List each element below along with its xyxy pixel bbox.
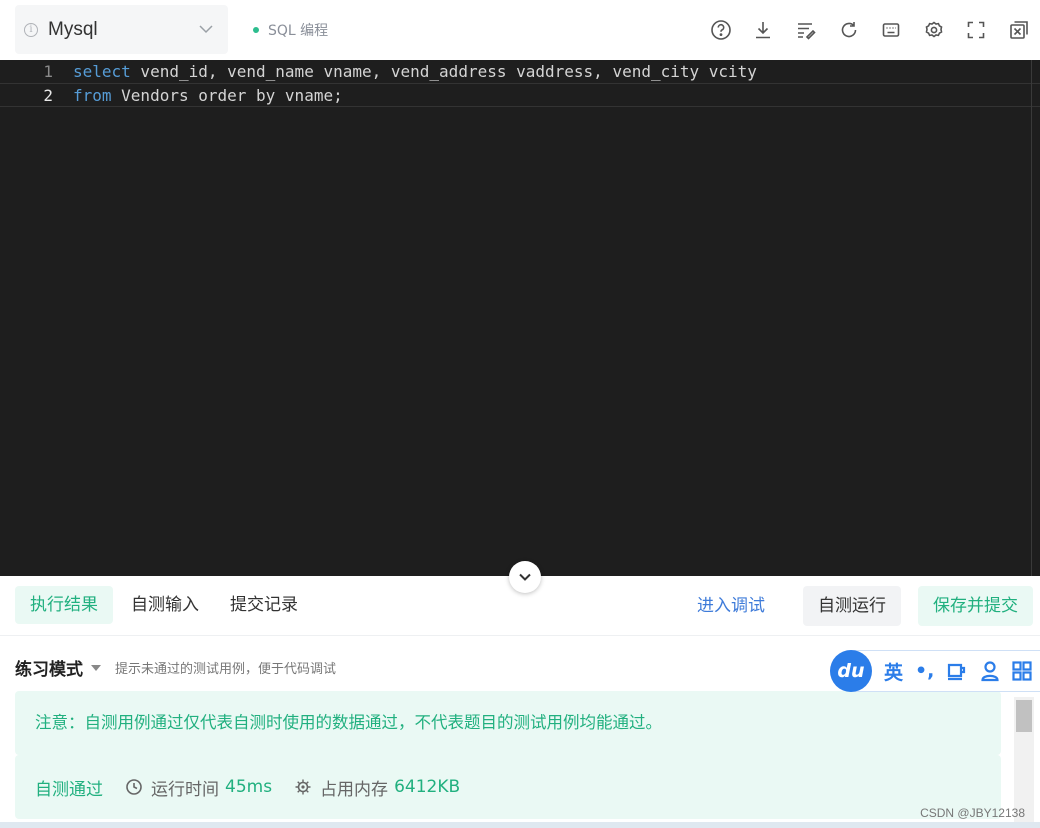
code-text: from Vendors order by vname;: [73, 84, 343, 108]
runtime: 运行时间 45ms: [125, 775, 272, 800]
practice-mode[interactable]: 练习模式 提示未通过的测试用例，便于代码调试: [15, 655, 336, 680]
ime-toolbar: du 英 •,: [830, 650, 1040, 692]
code-rest: vend_id, vend_name vname, vend_address v…: [130, 62, 757, 81]
debug-button[interactable]: 进入调试: [682, 586, 780, 626]
practice-mode-title: 练习模式: [15, 660, 83, 680]
line-number: 1: [43, 62, 53, 81]
notice-banner: 注意：自测用例通过仅代表自测时使用的数据通过，不代表题目的测试用例均能通过。: [15, 691, 1001, 755]
language-label: Mysql: [48, 18, 98, 40]
status-row: 自测通过 运行时间 45ms 占用内存 6412KB: [15, 755, 1001, 819]
settings-icon[interactable]: [921, 17, 947, 43]
download-icon[interactable]: [750, 17, 776, 43]
line-number: 2: [43, 86, 53, 105]
mode-tag: SQL 编程: [253, 20, 328, 40]
help-icon[interactable]: [708, 17, 734, 43]
bottom-divider: [0, 822, 1040, 828]
memory: 占用内存 6412KB: [294, 775, 460, 800]
tab-result[interactable]: 执行结果: [15, 586, 113, 624]
clock-icon: [126, 779, 142, 795]
ime-language-toggle[interactable]: 英: [884, 658, 903, 685]
collapse-panel-button[interactable]: [509, 561, 541, 593]
ime-user-icon[interactable]: [980, 660, 1000, 682]
status-dot: [253, 27, 259, 33]
memory-label: 占用内存: [320, 779, 389, 800]
fullscreen-icon[interactable]: [963, 17, 989, 43]
code-line: 1 select vend_id, vend_name vname, vend_…: [0, 60, 1040, 84]
watermark: CSDN @JBY12138: [920, 806, 1025, 820]
code-rest: Vendors order by vname;: [111, 86, 343, 105]
run-button[interactable]: 自测运行: [803, 586, 901, 626]
chevron-down-icon: [199, 25, 213, 34]
info-icon: i: [24, 22, 38, 37]
editor-toolbar: i Mysql SQL 编程: [0, 0, 1040, 60]
code-line-active: 2 from Vendors order by vname;: [0, 83, 1040, 107]
format-icon[interactable]: [793, 17, 819, 43]
chip-icon: [295, 779, 311, 795]
caret-down-icon: [91, 664, 101, 671]
sql-keyword: from: [73, 86, 112, 105]
memory-value: 6412KB: [394, 777, 461, 797]
practice-mode-hint: 提示未通过的测试用例，便于代码调试: [115, 662, 337, 677]
language-select[interactable]: i Mysql: [15, 5, 228, 54]
chevron-down-icon: [519, 573, 531, 581]
scrollbar-thumb[interactable]: [1016, 700, 1032, 732]
ime-punctuation-toggle[interactable]: •,: [915, 660, 934, 682]
ime-logo[interactable]: du: [830, 650, 872, 692]
keyboard-icon[interactable]: [878, 17, 904, 43]
runtime-label: 运行时间: [151, 779, 219, 800]
ime-cup-icon[interactable]: [946, 661, 968, 681]
tab-custom-input[interactable]: 自测输入: [116, 586, 214, 624]
mode-label: SQL 编程: [268, 23, 329, 39]
code-text: select vend_id, vend_name vname, vend_ad…: [73, 60, 757, 84]
tab-history[interactable]: 提交记录: [215, 586, 313, 624]
reset-icon[interactable]: [836, 17, 862, 43]
editor-scroll-edge: [1031, 60, 1032, 576]
runtime-value: 45ms: [225, 777, 273, 797]
close-window-icon[interactable]: [1006, 17, 1032, 43]
ime-grid-icon[interactable]: [1012, 661, 1032, 681]
results-scrollbar[interactable]: [1014, 697, 1034, 822]
sql-keyword: select: [73, 62, 131, 81]
status-text: 自测通过: [35, 779, 103, 800]
toolbar-icons: [691, 17, 1032, 43]
code-editor[interactable]: 1 select vend_id, vend_name vname, vend_…: [0, 60, 1040, 576]
submit-button[interactable]: 保存并提交: [918, 586, 1033, 626]
